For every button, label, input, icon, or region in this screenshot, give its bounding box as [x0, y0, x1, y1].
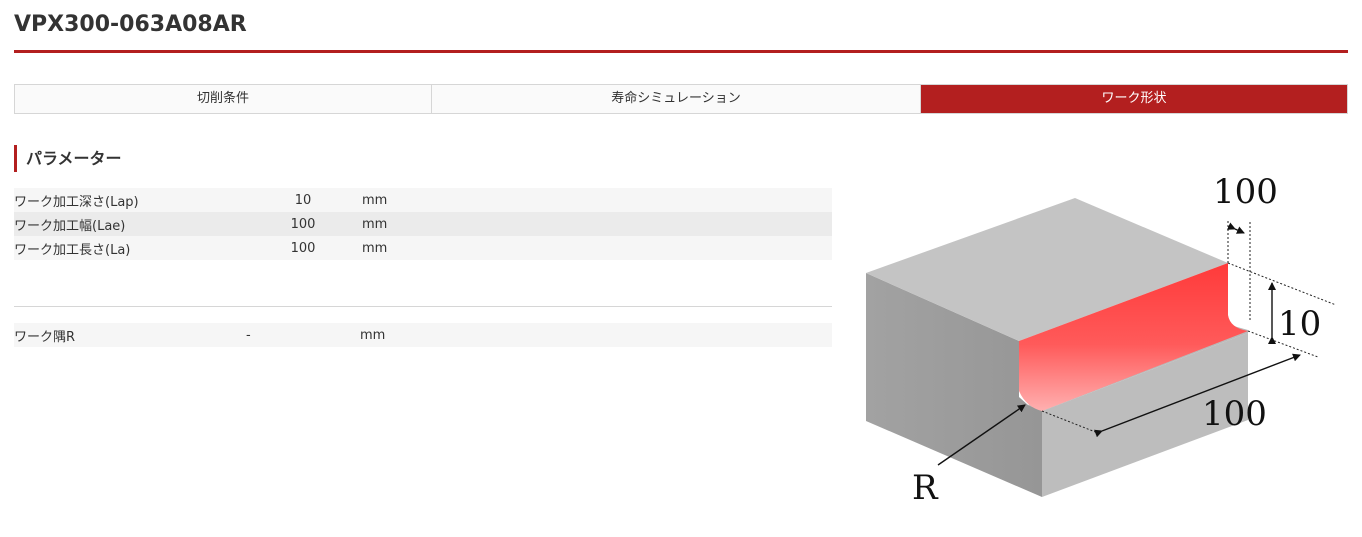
- param-label: ワーク隅R: [14, 329, 76, 345]
- dim-label-length: 100: [1202, 394, 1267, 434]
- param-unit: mm: [362, 240, 388, 256]
- title-underline: [14, 50, 1348, 53]
- param-row-length: ワーク加工長さ(La) 100 mm: [14, 236, 832, 260]
- param-label: ワーク加工深さ(Lap): [14, 194, 139, 210]
- parameter-table: ワーク加工深さ(Lap) 10 mm ワーク加工幅(Lae) 100 mm ワー…: [14, 188, 832, 260]
- corner-table: ワーク隅R - mm: [14, 323, 832, 347]
- param-row-width: ワーク加工幅(Lae) 100 mm: [14, 212, 832, 236]
- divider: [14, 306, 832, 307]
- tab-cutting-conditions[interactable]: 切削条件: [15, 85, 432, 113]
- dim-label-radius: R: [912, 468, 939, 508]
- workpiece-svg: 100 10 100 R: [866, 172, 1337, 508]
- param-value: 10: [294, 192, 312, 208]
- param-row-corner-radius: ワーク隅R - mm: [14, 323, 832, 347]
- section-title: パラメーター: [14, 145, 122, 172]
- param-label: ワーク加工長さ(La): [14, 242, 131, 258]
- param-value: 100: [290, 216, 316, 232]
- param-unit: mm: [362, 216, 388, 232]
- param-value: 100: [290, 240, 316, 256]
- tab-bar: 切削条件 寿命シミュレーション ワーク形状: [14, 84, 1348, 114]
- dim-label-depth: 10: [1278, 304, 1321, 344]
- page-title: VPX300-063A08AR: [14, 12, 247, 37]
- dim-label-width: 100: [1213, 172, 1278, 212]
- workpiece-diagram: 100 10 100 R: [850, 165, 1350, 519]
- param-row-depth: ワーク加工深さ(Lap) 10 mm: [14, 188, 832, 212]
- param-unit: mm: [362, 192, 388, 208]
- tab-workpiece-shape[interactable]: ワーク形状: [921, 85, 1347, 113]
- param-label: ワーク加工幅(Lae): [14, 218, 126, 234]
- param-unit: mm: [360, 327, 386, 343]
- param-value: -: [246, 327, 251, 343]
- tab-life-simulation[interactable]: 寿命シミュレーション: [432, 85, 921, 113]
